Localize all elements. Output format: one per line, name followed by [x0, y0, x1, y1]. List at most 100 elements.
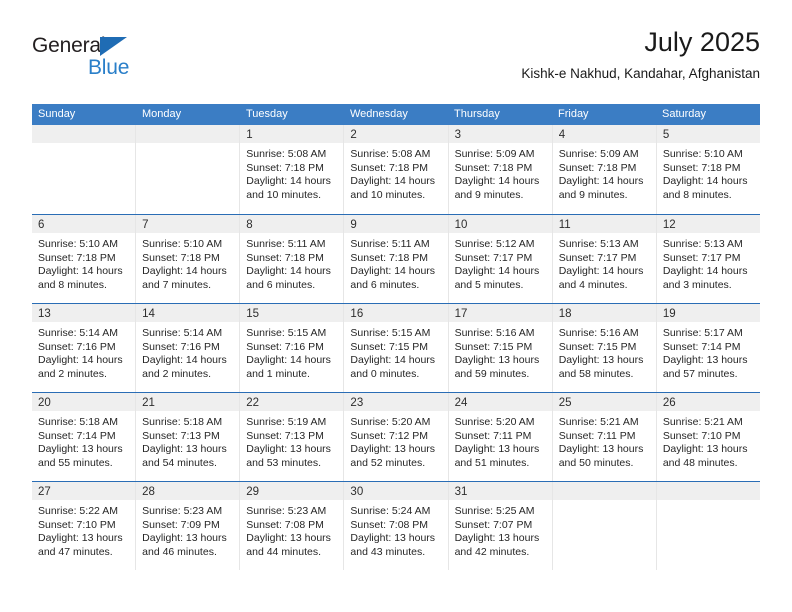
daylight-text-line1: Daylight: 14 hours	[350, 265, 436, 277]
day-cell[interactable]: 19 Sunrise: 5:17 AM Sunset: 7:14 PM Dayl…	[656, 304, 760, 392]
sunrise-text: Sunrise: 5:16 AM	[558, 327, 639, 339]
week-row: 6 Sunrise: 5:10 AM Sunset: 7:18 PM Dayli…	[32, 214, 760, 303]
day-cell[interactable]: 1 Sunrise: 5:08 AM Sunset: 7:18 PM Dayli…	[240, 125, 345, 214]
day-number: 16	[350, 308, 364, 320]
day-details: Sunrise: 5:10 AM Sunset: 7:18 PM Dayligh…	[657, 143, 760, 202]
sunset-text: Sunset: 7:17 PM	[558, 251, 637, 264]
sunset-text: Sunset: 7:18 PM	[38, 251, 116, 264]
day-cell[interactable]: 17 Sunrise: 5:16 AM Sunset: 7:15 PM Dayl…	[448, 304, 553, 392]
sunset-text: Sunset: 7:18 PM	[350, 251, 429, 264]
daylight-text-line1: Daylight: 13 hours	[350, 443, 436, 455]
day-details: Sunrise: 5:09 AM Sunset: 7:18 PM Dayligh…	[449, 143, 552, 202]
day-details: Sunrise: 5:24 AM Sunset: 7:08 PM Dayligh…	[344, 500, 447, 559]
day-cell[interactable]: 4 Sunrise: 5:09 AM Sunset: 7:18 PM Dayli…	[552, 125, 657, 214]
day-number-band	[32, 125, 136, 143]
day-details: Sunrise: 5:23 AM Sunset: 7:09 PM Dayligh…	[136, 500, 239, 559]
day-cell[interactable]: 11 Sunrise: 5:13 AM Sunset: 7:17 PM Dayl…	[552, 215, 657, 303]
day-number: 7	[142, 219, 149, 231]
day-details: Sunrise: 5:19 AM Sunset: 7:13 PM Dayligh…	[240, 411, 343, 470]
daylight-text-line1: Daylight: 13 hours	[454, 532, 540, 544]
sunrise-text: Sunrise: 5:11 AM	[246, 238, 326, 250]
day-cell[interactable]	[656, 482, 760, 570]
day-cell[interactable]	[32, 125, 137, 214]
day-cell[interactable]: 29 Sunrise: 5:23 AM Sunset: 7:08 PM Dayl…	[240, 482, 345, 570]
day-cell[interactable]: 10 Sunrise: 5:12 AM Sunset: 7:17 PM Dayl…	[448, 215, 553, 303]
day-number-band: 4	[552, 125, 656, 143]
sunset-text: Sunset: 7:18 PM	[558, 161, 637, 174]
daylight-text-line1: Daylight: 13 hours	[662, 354, 748, 366]
day-cell[interactable]	[136, 125, 241, 214]
sunset-text: Sunset: 7:18 PM	[350, 161, 429, 174]
day-details: Sunrise: 5:15 AM Sunset: 7:16 PM Dayligh…	[240, 322, 343, 381]
day-cell[interactable]: 22 Sunrise: 5:19 AM Sunset: 7:13 PM Dayl…	[240, 393, 345, 481]
day-cell[interactable]: 6 Sunrise: 5:10 AM Sunset: 7:18 PM Dayli…	[32, 215, 137, 303]
day-cell[interactable]: 30 Sunrise: 5:24 AM Sunset: 7:08 PM Dayl…	[344, 482, 449, 570]
daylight-text-line2: and 10 minutes.	[350, 188, 426, 201]
day-cell[interactable]: 9 Sunrise: 5:11 AM Sunset: 7:18 PM Dayli…	[344, 215, 449, 303]
day-number-band: 24	[448, 393, 552, 411]
sunrise-text: Sunrise: 5:20 AM	[454, 416, 535, 428]
day-details: Sunrise: 5:23 AM Sunset: 7:08 PM Dayligh…	[240, 500, 343, 559]
day-cell[interactable]: 27 Sunrise: 5:22 AM Sunset: 7:10 PM Dayl…	[32, 482, 137, 570]
day-cell[interactable]: 24 Sunrise: 5:20 AM Sunset: 7:11 PM Dayl…	[448, 393, 553, 481]
day-cell[interactable]: 28 Sunrise: 5:23 AM Sunset: 7:09 PM Dayl…	[136, 482, 241, 570]
sunrise-text: Sunrise: 5:12 AM	[454, 238, 535, 250]
daylight-text-line2: and 3 minutes.	[662, 278, 732, 291]
day-number: 19	[662, 308, 676, 320]
day-cell[interactable]: 25 Sunrise: 5:21 AM Sunset: 7:11 PM Dayl…	[552, 393, 657, 481]
week-row: 20 Sunrise: 5:18 AM Sunset: 7:14 PM Dayl…	[32, 392, 760, 481]
day-number-band: 29	[240, 482, 344, 500]
daylight-text-line2: and 6 minutes.	[246, 278, 316, 291]
sunrise-text: Sunrise: 5:13 AM	[662, 238, 743, 250]
sunrise-text: Sunrise: 5:21 AM	[662, 416, 743, 428]
page-header: General Blue July 2025 Kishk-e Nakhud, K…	[32, 26, 760, 96]
day-cell[interactable]: 26 Sunrise: 5:21 AM Sunset: 7:10 PM Dayl…	[656, 393, 760, 481]
sunrise-text: Sunrise: 5:15 AM	[350, 327, 431, 339]
day-cell[interactable]: 21 Sunrise: 5:18 AM Sunset: 7:13 PM Dayl…	[136, 393, 241, 481]
day-cell[interactable]: 18 Sunrise: 5:16 AM Sunset: 7:15 PM Dayl…	[552, 304, 657, 392]
day-details: Sunrise: 5:14 AM Sunset: 7:16 PM Dayligh…	[136, 322, 239, 381]
day-number-band: 7	[136, 215, 240, 233]
day-cell[interactable]: 3 Sunrise: 5:09 AM Sunset: 7:18 PM Dayli…	[448, 125, 553, 214]
daylight-text-line2: and 47 minutes.	[38, 545, 113, 558]
daylight-text-line1: Daylight: 13 hours	[38, 532, 123, 544]
day-cell[interactable]: 23 Sunrise: 5:20 AM Sunset: 7:12 PM Dayl…	[344, 393, 449, 481]
sunrise-text: Sunrise: 5:20 AM	[350, 416, 431, 428]
day-number: 26	[662, 397, 676, 409]
daylight-text-line2: and 57 minutes.	[662, 367, 738, 380]
day-cell[interactable]: 2 Sunrise: 5:08 AM Sunset: 7:18 PM Dayli…	[344, 125, 449, 214]
day-number-band: 10	[448, 215, 552, 233]
day-cell[interactable]: 31 Sunrise: 5:25 AM Sunset: 7:07 PM Dayl…	[448, 482, 553, 570]
daylight-text-line2: and 4 minutes.	[558, 278, 628, 291]
day-cell[interactable]: 5 Sunrise: 5:10 AM Sunset: 7:18 PM Dayli…	[656, 125, 760, 214]
day-cell[interactable]: 20 Sunrise: 5:18 AM Sunset: 7:14 PM Dayl…	[32, 393, 137, 481]
day-number-band: 25	[552, 393, 656, 411]
daylight-text-line2: and 5 minutes.	[454, 278, 524, 291]
daylight-text-line2: and 43 minutes.	[350, 545, 426, 558]
daylight-text-line2: and 48 minutes.	[662, 456, 738, 469]
sunrise-text: Sunrise: 5:15 AM	[246, 327, 327, 339]
day-cell[interactable]: 8 Sunrise: 5:11 AM Sunset: 7:18 PM Dayli…	[240, 215, 345, 303]
sunset-text: Sunset: 7:10 PM	[662, 429, 741, 442]
day-cell[interactable]: 16 Sunrise: 5:15 AM Sunset: 7:15 PM Dayl…	[344, 304, 449, 392]
day-cell[interactable]: 14 Sunrise: 5:14 AM Sunset: 7:16 PM Dayl…	[136, 304, 241, 392]
day-cell[interactable]	[552, 482, 657, 570]
day-number: 18	[558, 308, 572, 320]
daylight-text-line1: Daylight: 13 hours	[558, 443, 644, 455]
day-cell[interactable]: 15 Sunrise: 5:15 AM Sunset: 7:16 PM Dayl…	[240, 304, 345, 392]
daylight-text-line2: and 53 minutes.	[246, 456, 321, 469]
day-cell[interactable]: 7 Sunrise: 5:10 AM Sunset: 7:18 PM Dayli…	[136, 215, 241, 303]
generalblue-logo[interactable]: General Blue	[32, 34, 152, 82]
day-number-band: 2	[344, 125, 448, 143]
weekday-header-saturday: Saturday	[662, 108, 707, 120]
day-number: 21	[142, 397, 155, 409]
day-cell[interactable]: 12 Sunrise: 5:13 AM Sunset: 7:17 PM Dayl…	[656, 215, 760, 303]
sunrise-text: Sunrise: 5:21 AM	[558, 416, 639, 428]
sunset-text: Sunset: 7:18 PM	[246, 161, 324, 174]
sunset-text: Sunset: 7:16 PM	[246, 340, 324, 353]
daylight-text-line1: Daylight: 14 hours	[246, 354, 331, 366]
day-number: 28	[142, 486, 155, 498]
day-cell[interactable]: 13 Sunrise: 5:14 AM Sunset: 7:16 PM Dayl…	[32, 304, 137, 392]
day-number: 30	[350, 486, 364, 498]
sunrise-text: Sunrise: 5:16 AM	[454, 327, 535, 339]
